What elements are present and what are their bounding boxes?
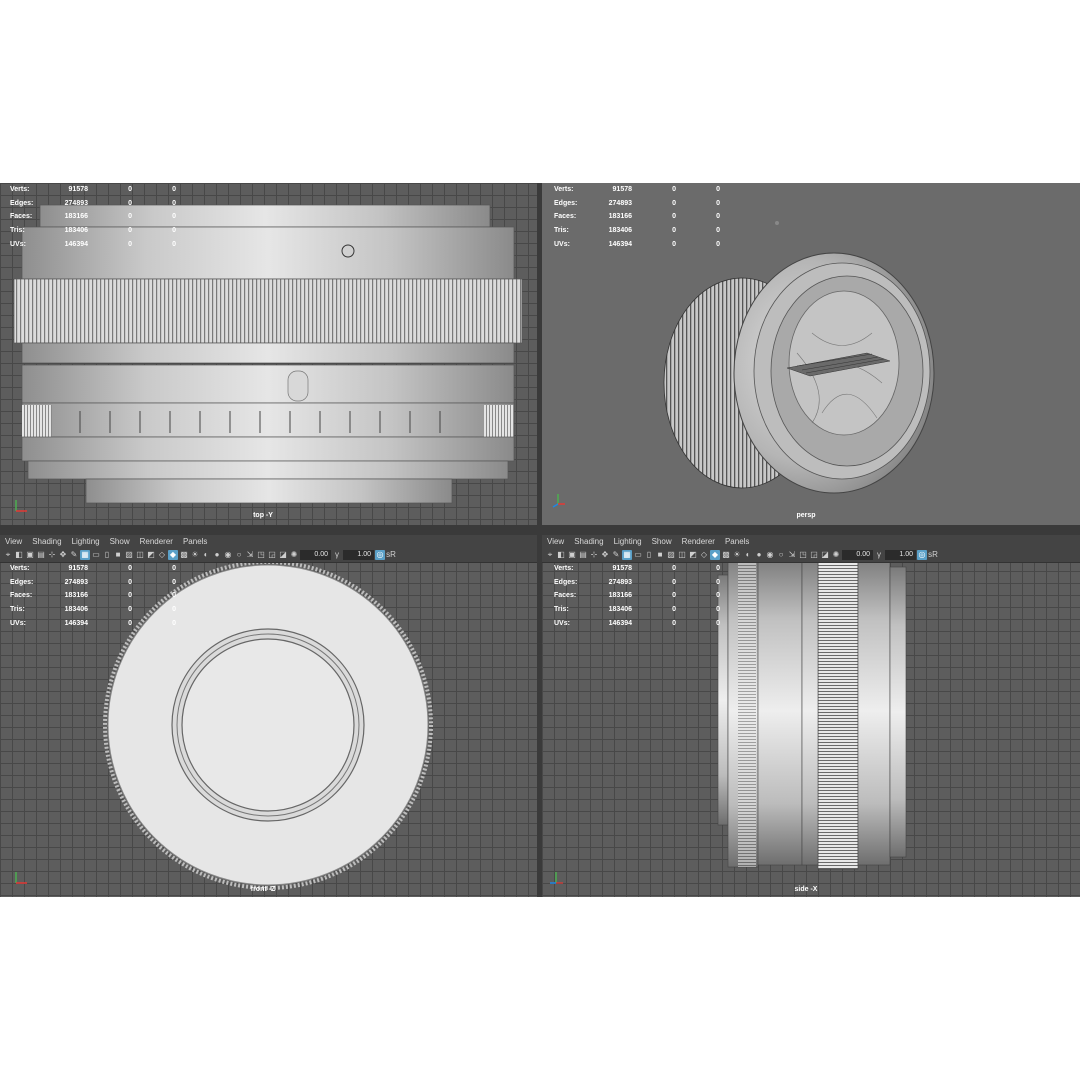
srgb-label[interactable]: sR <box>386 550 396 560</box>
field-chart-icon[interactable]: ▨ <box>124 550 134 560</box>
viewport-side[interactable]: View Shading Lighting Show Renderer Pane… <box>542 535 1080 897</box>
smooth-shade-icon[interactable]: ◆ <box>168 550 178 560</box>
xray-joints-icon[interactable]: ◲ <box>267 550 277 560</box>
maya-workspace: Verts: 91578 0 0 Edges: 274893 0 0 Faces: 18316… <box>0 183 1080 897</box>
select-camera-icon[interactable]: ⌖ <box>3 550 13 560</box>
camera-tools-icon[interactable]: ⊹ <box>589 550 599 560</box>
resolution-gate-icon[interactable]: ▯ <box>102 550 112 560</box>
2d-pan-icon[interactable]: ✥ <box>600 550 610 560</box>
viewport-top[interactable]: Verts: 91578 0 0 Edges: 274893 0 0 Faces: 18316… <box>0 183 537 525</box>
color-management-icon[interactable]: ◎ <box>917 550 927 560</box>
menu-panels[interactable]: Panels <box>178 537 212 546</box>
xray-icon[interactable]: ◳ <box>256 550 266 560</box>
menu-shading[interactable]: Shading <box>569 537 608 546</box>
panel-toolbar: ⌖ ◧ ▣ ▤ ⊹ ✥ ✎ ▦ ▭ ▯ ■ ▨ ◫ ◩ ◇ ◆ ▩ ☀ ◐ ● … <box>542 548 1080 563</box>
antialias-icon[interactable]: ○ <box>234 550 244 560</box>
gate-mask-icon[interactable]: ■ <box>655 550 665 560</box>
motion-blur-icon[interactable]: ◉ <box>765 550 775 560</box>
textured-icon[interactable]: ▩ <box>179 550 189 560</box>
xray-joints-icon[interactable]: ◲ <box>809 550 819 560</box>
film-gate-icon[interactable]: ▭ <box>91 550 101 560</box>
camera-label: persp <box>796 512 816 519</box>
viewport-front[interactable]: View Shading Lighting Show Renderer Pane… <box>0 535 537 897</box>
field-chart-icon[interactable]: ▨ <box>666 550 676 560</box>
ao-icon[interactable]: ● <box>212 550 222 560</box>
color-management-icon[interactable]: ◎ <box>375 550 385 560</box>
camera-attr-icon[interactable]: ◧ <box>556 550 566 560</box>
axis-gizmo-icon <box>552 494 565 508</box>
gate-mask-icon[interactable]: ■ <box>113 550 123 560</box>
menu-show[interactable]: Show <box>647 537 677 546</box>
select-camera-icon[interactable]: ⌖ <box>545 550 555 560</box>
grid-icon[interactable]: ▦ <box>80 550 90 560</box>
gamma-icon[interactable]: γ <box>332 550 342 560</box>
bookmark-icon[interactable]: ▣ <box>567 550 577 560</box>
axis-gizmo-icon <box>15 872 27 884</box>
wireframe-icon[interactable]: ◇ <box>699 550 709 560</box>
shadows-icon[interactable]: ◐ <box>201 550 211 560</box>
safe-action-icon[interactable]: ◫ <box>677 550 687 560</box>
exposure-icon[interactable]: ✺ <box>289 550 299 560</box>
antialias-icon[interactable]: ○ <box>776 550 786 560</box>
panel-separator[interactable] <box>0 525 1080 535</box>
exposure-field[interactable]: 0.00 <box>842 550 873 560</box>
xray-icon[interactable]: ◳ <box>798 550 808 560</box>
bookmark-icon[interactable]: ▣ <box>25 550 35 560</box>
wireframe-icon[interactable]: ◇ <box>157 550 167 560</box>
backface-icon[interactable]: ◪ <box>278 550 288 560</box>
safe-title-icon[interactable]: ◩ <box>146 550 156 560</box>
menu-shading[interactable]: Shading <box>27 537 66 546</box>
poly-count-hud: Verts: 91578 0 0 Edges: 274893 0 0 Faces: 18316… <box>10 186 176 248</box>
poly-count-hud: Verts: 91578 0 0 Edges: 274893 0 0 Faces: 18316… <box>10 565 176 627</box>
panel-toolbar: ⌖ ◧ ▣ ▤ ⊹ ✥ ✎ ▦ ▭ ▯ ■ ▨ ◫ ◩ ◇ ◆ ▩ ☀ ◐ ● … <box>0 548 537 563</box>
poly-count-hud: Verts: 91578 0 0 Edges: 274893 0 0 Faces: 18316… <box>554 186 720 248</box>
lights-icon[interactable]: ☀ <box>732 550 742 560</box>
menu-lighting[interactable]: Lighting <box>67 537 105 546</box>
exposure-field[interactable]: 0.00 <box>300 550 331 560</box>
ao-icon[interactable]: ● <box>754 550 764 560</box>
lights-icon[interactable]: ☀ <box>190 550 200 560</box>
menu-view[interactable]: View <box>0 537 27 546</box>
axis-gizmo-icon <box>550 872 563 884</box>
axis-gizmo-icon <box>15 500 27 512</box>
menu-show[interactable]: Show <box>105 537 135 546</box>
gamma-icon[interactable]: γ <box>874 550 884 560</box>
poly-count-hud: Verts: 91578 0 0 Edges: 274893 0 0 Faces: 18316… <box>554 565 720 627</box>
panel-menu-bar: View Shading Lighting Show Renderer Pane… <box>0 535 537 548</box>
2d-pan-icon[interactable]: ✥ <box>58 550 68 560</box>
panel-menu-bar: View Shading Lighting Show Renderer Pane… <box>542 535 1080 548</box>
isolate-icon[interactable]: ⇲ <box>245 550 255 560</box>
grid-icon[interactable]: ▦ <box>622 550 632 560</box>
menu-renderer[interactable]: Renderer <box>135 537 178 546</box>
camera-label: top -Y <box>253 512 273 519</box>
gamma-field[interactable]: 1.00 <box>885 550 916 560</box>
image-plane-icon[interactable]: ▤ <box>578 550 588 560</box>
gamma-field[interactable]: 1.00 <box>343 550 374 560</box>
menu-renderer[interactable]: Renderer <box>677 537 720 546</box>
menu-lighting[interactable]: Lighting <box>609 537 647 546</box>
safe-title-icon[interactable]: ◩ <box>688 550 698 560</box>
motion-blur-icon[interactable]: ◉ <box>223 550 233 560</box>
camera-label: side -X <box>794 886 818 893</box>
menu-view[interactable]: View <box>542 537 569 546</box>
camera-tools-icon[interactable]: ⊹ <box>47 550 57 560</box>
safe-action-icon[interactable]: ◫ <box>135 550 145 560</box>
grease-pencil-icon[interactable]: ✎ <box>69 550 79 560</box>
exposure-icon[interactable]: ✺ <box>831 550 841 560</box>
srgb-label[interactable]: sR <box>928 550 938 560</box>
textured-icon[interactable]: ▩ <box>721 550 731 560</box>
camera-label: front -Z <box>250 886 276 893</box>
image-plane-icon[interactable]: ▤ <box>36 550 46 560</box>
viewport-persp[interactable]: Verts: 91578 0 0 Edges: 274893 0 0 Faces: 18316… <box>542 183 1080 525</box>
backface-icon[interactable]: ◪ <box>820 550 830 560</box>
shadows-icon[interactable]: ◐ <box>743 550 753 560</box>
isolate-icon[interactable]: ⇲ <box>787 550 797 560</box>
resolution-gate-icon[interactable]: ▯ <box>644 550 654 560</box>
smooth-shade-icon[interactable]: ◆ <box>710 550 720 560</box>
camera-attr-icon[interactable]: ◧ <box>14 550 24 560</box>
film-gate-icon[interactable]: ▭ <box>633 550 643 560</box>
grease-pencil-icon[interactable]: ✎ <box>611 550 621 560</box>
menu-panels[interactable]: Panels <box>720 537 754 546</box>
